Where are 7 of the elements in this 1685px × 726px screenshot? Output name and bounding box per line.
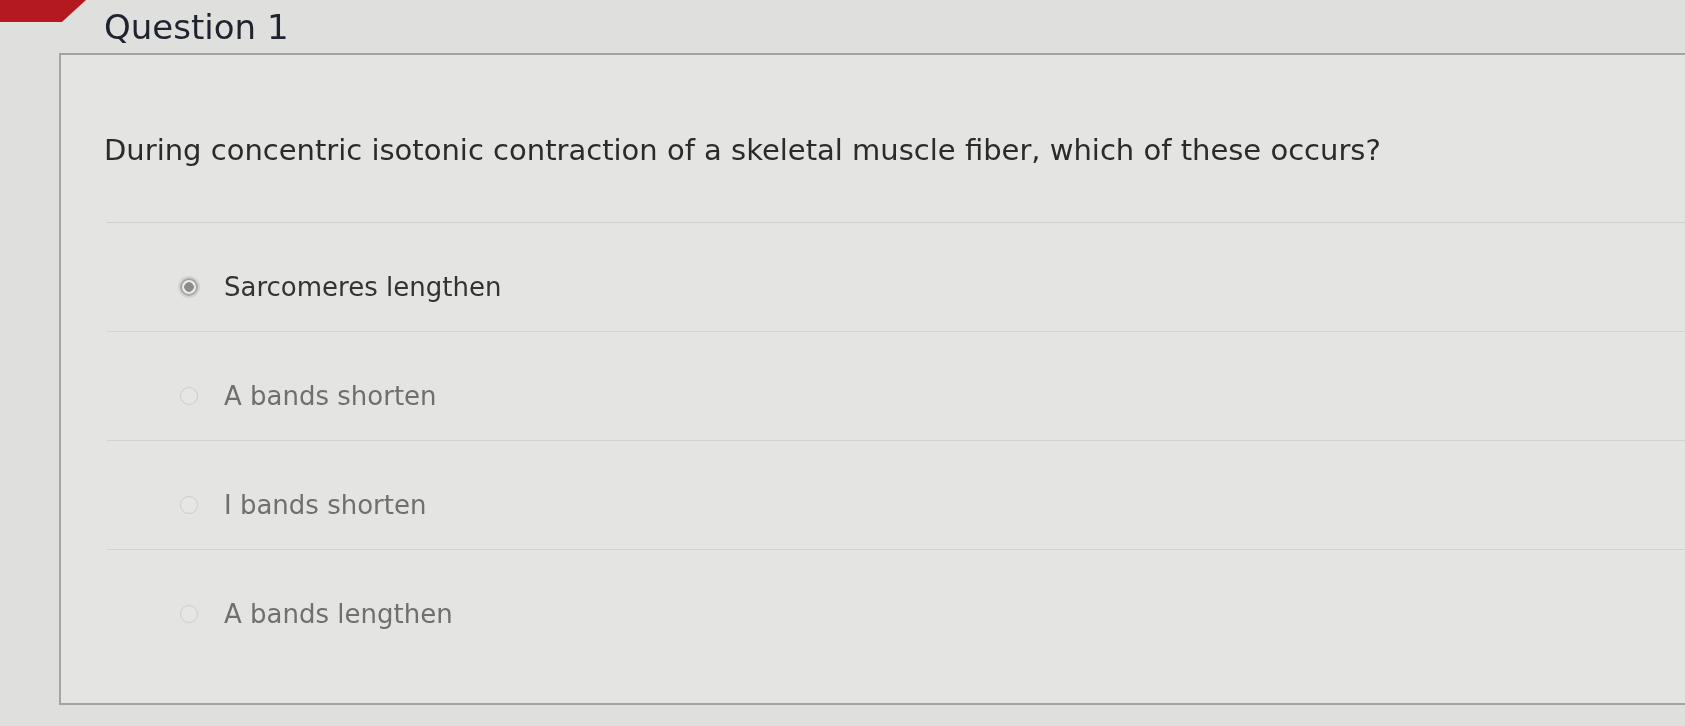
- option-label[interactable]: A bands lengthen: [224, 594, 453, 634]
- radio-button[interactable]: [180, 278, 198, 296]
- option-label[interactable]: I bands shorten: [224, 485, 427, 525]
- question-title: Question 1: [104, 7, 289, 47]
- option-label[interactable]: Sarcomeres lengthen: [224, 267, 502, 307]
- option-label[interactable]: A bands shorten: [224, 376, 437, 416]
- question-text: During concentric isotonic contraction of a skeletal muscle fiber, which of these occurs?: [104, 132, 1382, 169]
